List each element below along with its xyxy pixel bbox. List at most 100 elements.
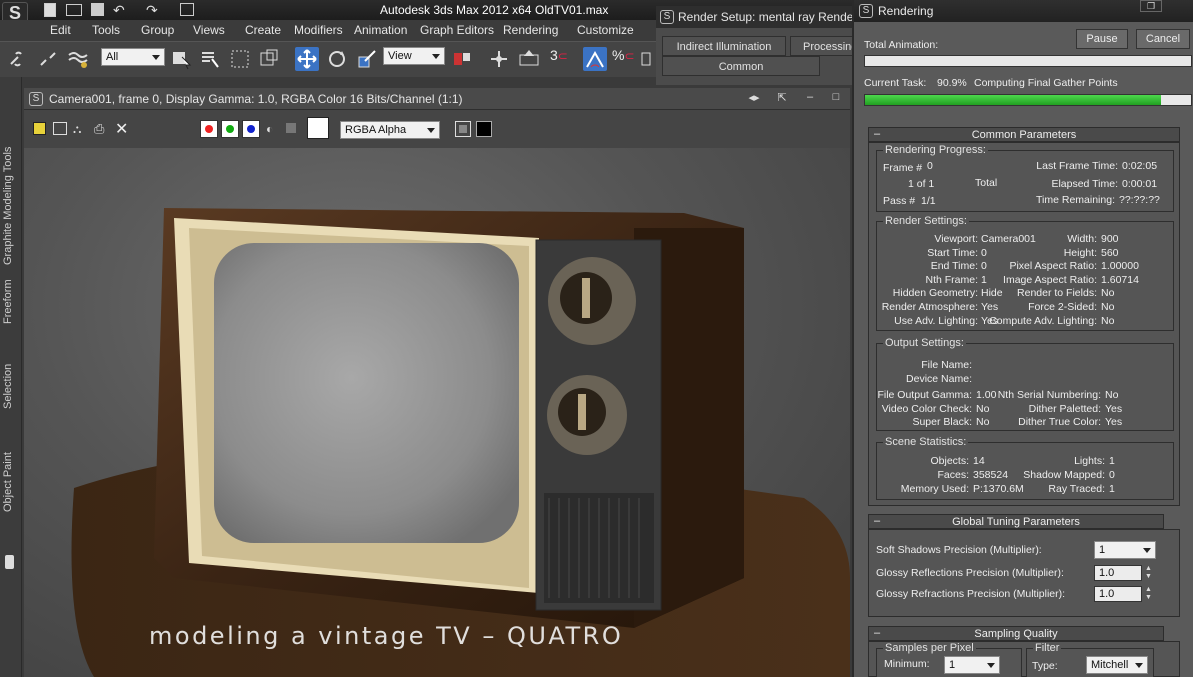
menu-group[interactable]: Group (141, 23, 174, 37)
print-image-icon[interactable]: ⎙ (94, 121, 104, 137)
frame-window-title-bar: S Camera001, frame 0, Display Gamma: 1.0… (24, 88, 850, 110)
cancel-button[interactable]: Cancel (1136, 29, 1190, 49)
new-file-icon[interactable] (44, 3, 56, 17)
tab-object-paint[interactable]: Object Paint (2, 442, 18, 512)
tab-common[interactable]: Common (662, 56, 820, 76)
glossy-refractions-spin-arrows-icon[interactable]: ▲ ▼ (1145, 586, 1155, 602)
reference-coordinate-dropdown[interactable]: View (383, 47, 445, 65)
blue-channel-icon[interactable] (242, 120, 260, 138)
pivot-center-icon[interactable] (450, 47, 474, 71)
redo-icon[interactable]: ↷ (146, 2, 158, 19)
select-object-icon[interactable] (170, 47, 194, 71)
selection-filter-dropdown[interactable]: All (101, 48, 165, 66)
angle-snap-icon[interactable] (583, 47, 607, 71)
common-parameters-title: Common Parameters (971, 129, 1077, 141)
alpha-channel-icon[interactable]: ◐ (266, 122, 273, 136)
menu-modifiers[interactable]: Modifiers (294, 23, 343, 37)
elapsed-time-value: 0:00:01 (1122, 178, 1158, 190)
output-setting-left-label-2: Super Black: (912, 416, 972, 429)
link-icon[interactable] (6, 47, 30, 71)
total-animation-progress-bar (864, 55, 1192, 67)
minimum-samples-dropdown[interactable]: 1 (944, 656, 1000, 674)
render-setup-window-icon: S (660, 10, 674, 24)
menu-animation[interactable]: Animation (354, 23, 407, 37)
render-setting-right-label-6: Compute Adv. Lighting: (989, 314, 1097, 327)
rendering-window-icon: S (859, 4, 873, 18)
copy-image-icon[interactable] (53, 122, 67, 135)
open-file-icon[interactable] (66, 4, 82, 16)
last-frame-time-label: Last Frame Time: (1036, 160, 1118, 172)
select-and-rotate-icon[interactable] (325, 47, 349, 71)
spinner-snap-icon[interactable] (640, 47, 654, 71)
keyboard-shortcut-icon[interactable] (517, 47, 541, 71)
rectangular-region-icon[interactable] (228, 47, 252, 71)
frame-window-title: Camera001, frame 0, Display Gamma: 1.0, … (49, 92, 463, 106)
snap-toggle-icon[interactable]: 3⊂ (550, 47, 574, 71)
green-channel-icon[interactable] (221, 120, 239, 138)
menu-create[interactable]: Create (245, 23, 281, 37)
render-setting-right-value-2: 1.00000 (1101, 260, 1139, 273)
monochrome-icon[interactable] (286, 123, 296, 133)
maximize-icon[interactable]: □ (826, 91, 846, 107)
restore-icon[interactable]: ❐ (1140, 0, 1162, 12)
glossy-refractions-spinner[interactable]: 1.0 (1094, 586, 1142, 602)
unlink-icon[interactable] (36, 47, 60, 71)
menu-edit[interactable]: Edit (50, 23, 71, 37)
select-by-name-icon[interactable] (198, 47, 222, 71)
toggle-ui-overlay-icon[interactable] (455, 121, 471, 137)
frame-window-dock-icon[interactable]: ⇱ (772, 91, 792, 107)
render-setting-right-label-4: Render to Fields: (1017, 287, 1097, 300)
clear-icon[interactable]: ✕ (115, 119, 128, 139)
menu-views[interactable]: Views (193, 23, 225, 37)
rendering-title: Rendering (878, 4, 934, 18)
window-crossing-icon[interactable] (257, 47, 281, 71)
glossy-reflections-spin-arrows-icon[interactable]: ▲ ▼ (1145, 565, 1155, 581)
save-image-icon[interactable] (33, 122, 46, 135)
tab-selection[interactable]: Selection (2, 357, 18, 409)
tab-freeform[interactable]: Freeform (2, 272, 18, 324)
glossy-reflections-spinner[interactable]: 1.0 (1094, 565, 1142, 581)
output-setting-left-label-1: Video Color Check: (881, 402, 972, 415)
toggle-ui-icon[interactable] (476, 121, 492, 137)
filter-type-dropdown[interactable]: Mitchell (1086, 656, 1148, 674)
render-setting-right-label-3: Image Aspect Ratio: (1003, 273, 1097, 286)
tab-graphite-modeling-tools[interactable]: Graphite Modeling Tools (2, 105, 18, 265)
render-setting-right-value-5: No (1101, 301, 1115, 313)
tab-processing[interactable]: Processing (790, 36, 857, 56)
global-tuning-rollout[interactable]: – Global Tuning Parameters (868, 514, 1164, 529)
pause-button[interactable]: Pause (1076, 29, 1128, 49)
menu-rendering[interactable]: Rendering (503, 23, 558, 37)
undo-icon[interactable]: ↶ (113, 2, 125, 19)
collapse-icon: – (874, 128, 881, 140)
scene-stat-right-label-0: Lights: (1074, 455, 1105, 467)
bind-space-warp-icon[interactable] (66, 47, 90, 71)
channel-display-dropdown[interactable]: RGBA Alpha (340, 121, 440, 139)
percent-snap-icon[interactable]: %⊂ (612, 47, 636, 71)
tab-indirect-illumination[interactable]: Indirect Illumination (662, 36, 786, 56)
snap-label: 3 (550, 47, 558, 63)
soft-shadows-dropdown[interactable]: 1 (1094, 541, 1156, 559)
clone-frame-icon[interactable]: ⛬ (73, 122, 81, 137)
manipulate-icon[interactable] (487, 47, 511, 71)
rendering-title-bar: S Rendering ❐ (854, 0, 1193, 22)
swatch-white[interactable] (307, 117, 329, 139)
sampling-quality-rollout[interactable]: – Sampling Quality (868, 626, 1164, 641)
save-file-icon[interactable] (91, 3, 104, 16)
common-parameters-rollout[interactable]: – Common Parameters (868, 127, 1180, 142)
frame-window-options-icon[interactable]: ◂▸ (744, 91, 764, 107)
menu-customize[interactable]: Customize (577, 23, 634, 37)
red-channel-icon[interactable] (200, 120, 218, 138)
minimize-icon[interactable]: – (800, 91, 820, 107)
select-and-scale-icon[interactable] (355, 47, 379, 71)
select-and-move-icon[interactable] (295, 47, 319, 71)
time-remaining-label: Time Remaining: (1036, 194, 1115, 206)
scene-stat-right-value-0: 1 (1109, 455, 1115, 467)
hold-icon[interactable] (180, 3, 194, 16)
ribbon-expand-icon[interactable] (5, 555, 14, 569)
total-label: Total (975, 177, 998, 189)
elapsed-time-label: Elapsed Time: (1051, 178, 1118, 190)
app-title: Autodesk 3ds Max 2012 x64 (380, 3, 532, 17)
render-setting-right-label-5: Force 2-Sided: (1028, 301, 1097, 313)
menu-graph-editors[interactable]: Graph Editors (420, 23, 494, 37)
menu-tools[interactable]: Tools (92, 23, 120, 37)
